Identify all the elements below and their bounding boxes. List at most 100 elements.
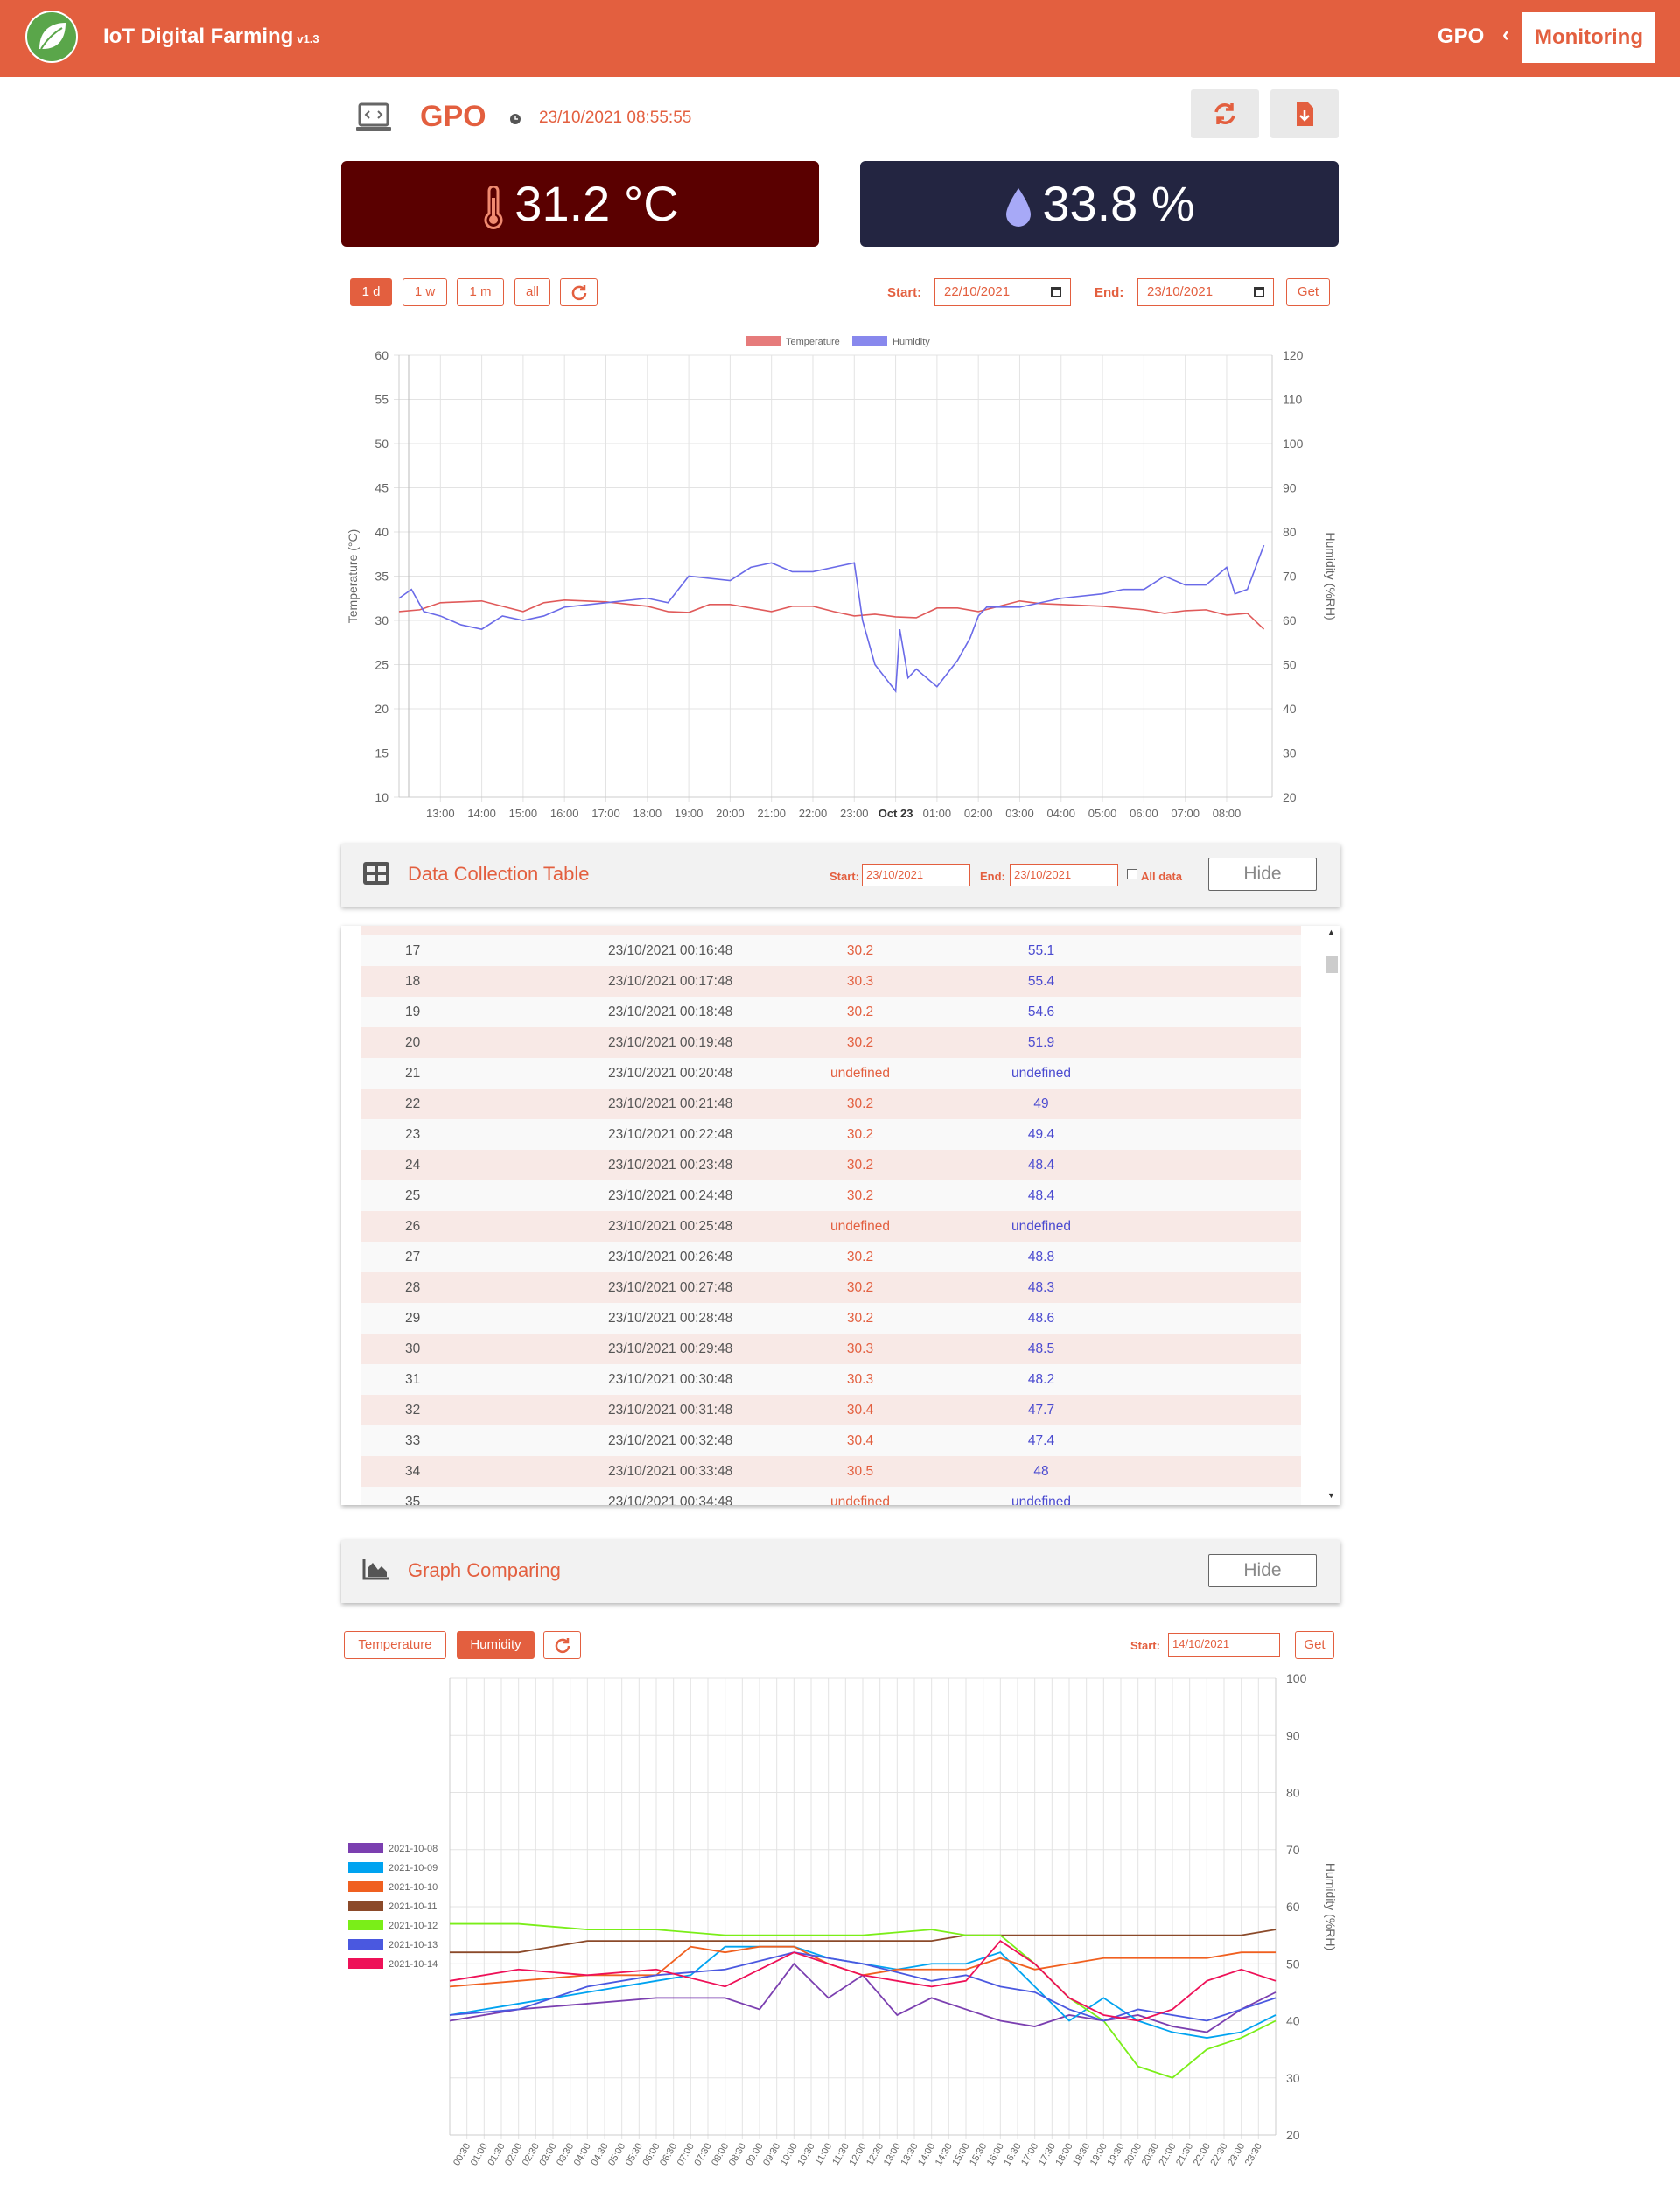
legend-label: 2021-10-14 xyxy=(388,1959,438,1970)
y-right-tick-label: 120 xyxy=(1283,348,1304,362)
table-hide-button[interactable]: Hide xyxy=(1208,858,1317,891)
app-logo[interactable] xyxy=(25,10,78,63)
row-temperature: 30.2 xyxy=(846,1188,874,1203)
row-timestamp: 23/10/2021 00:23:48 xyxy=(608,1158,733,1172)
refresh-button[interactable] xyxy=(1191,89,1259,138)
export-button[interactable] xyxy=(1270,89,1339,138)
row-index: 21 xyxy=(405,1066,421,1081)
row-temperature: 30.4 xyxy=(846,1433,874,1448)
row-timestamp: 23/10/2021 00:34:48 xyxy=(608,1494,733,1505)
row-timestamp: 23/10/2021 00:32:48 xyxy=(608,1433,733,1448)
table-row: 33 23/10/2021 00:32:48 30.4 47.4 xyxy=(361,1425,1301,1456)
x-tick-label: 23:00 xyxy=(840,807,869,820)
scroll-down-icon[interactable]: ▼ xyxy=(1327,1491,1335,1500)
data-table[interactable]: 17 23/10/2021 00:16:48 30.2 55.1 18 23/10/202… xyxy=(341,926,1340,1505)
x-tick-label: 14:00 xyxy=(467,807,496,820)
y-right-tick-label: 90 xyxy=(1283,481,1297,495)
row-humidity: 48.8 xyxy=(1027,1250,1055,1264)
row-humidity: 55.4 xyxy=(1027,974,1055,989)
row-timestamp: 23/10/2021 00:19:48 xyxy=(608,1035,733,1050)
row-humidity: 48 xyxy=(1033,1464,1049,1479)
row-temperature: 30.3 xyxy=(846,974,874,989)
legend-label: 2021-10-10 xyxy=(388,1882,438,1893)
row-temperature: undefined xyxy=(830,1494,891,1505)
table-start-date-input[interactable]: 23/10/2021 xyxy=(862,864,970,886)
end-date-input[interactable]: 23/10/2021 xyxy=(1138,278,1274,306)
row-temperature: 30.3 xyxy=(846,1372,874,1387)
legend-swatch xyxy=(348,1862,383,1872)
refresh-icon xyxy=(1214,103,1236,124)
row-temperature: 30.2 xyxy=(846,1250,874,1264)
x-tick-label: 07:00 xyxy=(1171,807,1200,820)
file-download-icon xyxy=(1297,102,1313,126)
row-timestamp: 23/10/2021 00:16:48 xyxy=(608,943,733,958)
all-data-label: All data xyxy=(1141,870,1182,883)
x-tick-label: 10:30 xyxy=(795,2142,816,2168)
breadcrumb-device[interactable]: GPO xyxy=(1438,24,1484,49)
legend-label: 2021-10-08 xyxy=(388,1844,438,1854)
x-tick-label: 11:00 xyxy=(814,2142,835,2167)
x-tick-label: 18:00 xyxy=(634,807,662,820)
row-timestamp: 23/10/2021 00:18:48 xyxy=(608,1004,733,1019)
table-row: 30 23/10/2021 00:29:48 30.3 48.5 xyxy=(361,1334,1301,1364)
y-left-tick-label: 55 xyxy=(374,393,388,407)
row-humidity: 49.4 xyxy=(1027,1127,1055,1142)
range-1m-button[interactable]: 1 m xyxy=(457,278,504,306)
redo-icon xyxy=(571,285,586,301)
compare-humidity-button[interactable]: Humidity xyxy=(457,1631,535,1659)
all-data-checkbox[interactable] xyxy=(1127,869,1138,879)
row-timestamp: 23/10/2021 00:29:48 xyxy=(608,1341,733,1356)
table-end-date-input[interactable]: 23/10/2021 xyxy=(1010,864,1118,886)
breadcrumb-current[interactable]: Monitoring xyxy=(1522,12,1656,63)
table-row: 19 23/10/2021 00:18:48 30.2 54.6 xyxy=(361,997,1301,1027)
get-button[interactable]: Get xyxy=(1286,278,1330,306)
x-tick-label: 02:00 xyxy=(964,807,993,820)
compare-temperature-button[interactable]: Temperature xyxy=(344,1631,446,1659)
row-index: 17 xyxy=(405,943,421,958)
table-scrollbar-thumb[interactable] xyxy=(1326,956,1338,973)
row-index: 20 xyxy=(405,1035,421,1050)
scroll-up-icon[interactable]: ▲ xyxy=(1327,928,1335,936)
table-scrollbar[interactable] xyxy=(1321,926,1340,1505)
range-all-button[interactable]: all xyxy=(514,278,550,306)
y-left-tick-label: 15 xyxy=(374,746,388,760)
legend-swatch xyxy=(852,336,887,346)
x-tick-label: 15:00 xyxy=(509,807,538,820)
humidity-card: 33.8 % xyxy=(860,161,1339,247)
row-humidity: undefined xyxy=(1011,1066,1072,1081)
table-row: 27 23/10/2021 00:26:48 30.2 48.8 xyxy=(361,1242,1301,1272)
x-tick-label: 22:00 xyxy=(799,807,828,820)
compare-start-date-input[interactable]: 14/10/2021 xyxy=(1168,1633,1280,1657)
start-date-input[interactable]: 22/10/2021 xyxy=(934,278,1071,306)
legend-label: 2021-10-11 xyxy=(388,1901,437,1912)
row-humidity: 48.3 xyxy=(1027,1280,1055,1295)
row-temperature: 30.2 xyxy=(846,1158,874,1172)
y-right-tick-label: 70 xyxy=(1283,570,1297,584)
x-tick-label: 17:00 xyxy=(592,807,620,820)
laptop-icon xyxy=(356,102,391,131)
area-chart-icon xyxy=(362,1559,388,1580)
compare-reset-button[interactable] xyxy=(543,1631,581,1659)
y-right-tick-label: 110 xyxy=(1283,393,1303,407)
y-right-tick-label: 30 xyxy=(1283,746,1297,760)
compare-hide-button[interactable]: Hide xyxy=(1208,1554,1317,1587)
table-row: 25 23/10/2021 00:24:48 30.2 48.4 xyxy=(361,1180,1301,1211)
x-tick-label: 13:00 xyxy=(426,807,455,820)
app-title: IoT Digital Farming v1.3 xyxy=(103,24,319,48)
x-tick-label: 06:00 xyxy=(1130,807,1158,820)
x-tick-label: 16:00 xyxy=(550,807,579,820)
row-humidity: 49 xyxy=(1033,1096,1049,1111)
clock-icon xyxy=(510,114,521,124)
range-1w-button[interactable]: 1 w xyxy=(402,278,447,306)
row-timestamp: 23/10/2021 00:22:48 xyxy=(608,1127,733,1142)
table-row: 28 23/10/2021 00:27:48 30.2 48.3 xyxy=(361,1272,1301,1303)
y-left-tick-label: 40 xyxy=(374,525,388,539)
row-timestamp: 23/10/2021 00:17:48 xyxy=(608,974,733,989)
table-row: 18 23/10/2021 00:17:48 30.3 55.4 xyxy=(361,966,1301,997)
table-row: 21 23/10/2021 00:20:48 undefined undefined xyxy=(361,1058,1301,1088)
range-1d-button[interactable]: 1 d xyxy=(350,278,392,306)
redo-icon xyxy=(555,1638,570,1654)
compare-get-button[interactable]: Get xyxy=(1295,1631,1334,1659)
reset-range-button[interactable] xyxy=(560,278,598,306)
calendar-icon xyxy=(1254,287,1264,298)
